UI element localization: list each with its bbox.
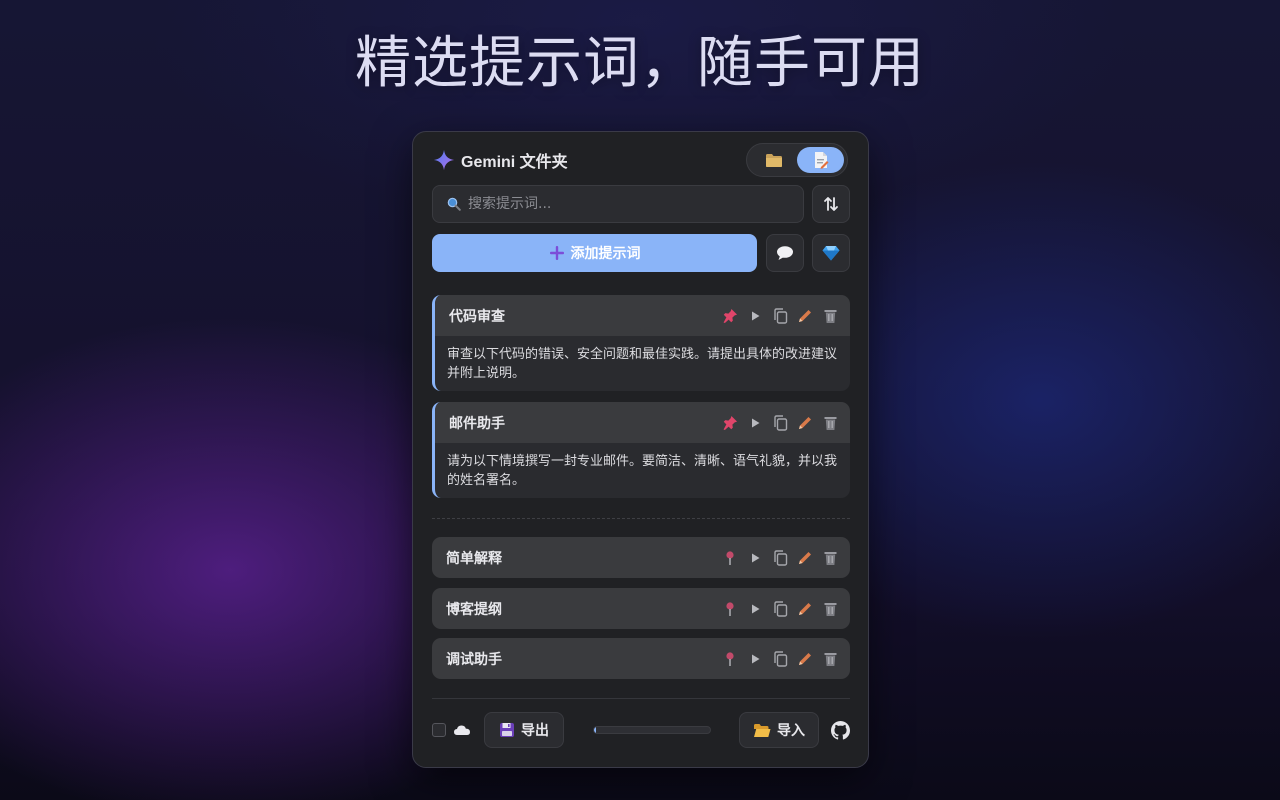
pushpin-icon[interactable] [722, 651, 738, 667]
export-label: 导出 [521, 723, 549, 739]
prompt-title: 调试助手 [446, 651, 502, 668]
trash-icon[interactable] [822, 601, 838, 617]
gemini-folder-panel: Gemini 文件夹 搜索提示词... 添加提示词 代码审查 审查以下代码的错误… [412, 131, 869, 768]
prompt-mode-button[interactable] [797, 147, 844, 173]
gemini-sparkle-icon [433, 149, 455, 171]
trash-icon[interactable] [822, 415, 838, 431]
copy-icon[interactable] [772, 414, 788, 431]
pushpin-icon[interactable] [722, 601, 738, 617]
github-icon[interactable] [831, 721, 850, 740]
run-icon[interactable] [747, 550, 763, 566]
add-prompt-button[interactable]: 添加提示词 [432, 234, 757, 272]
prompt-title: 邮件助手 [449, 415, 505, 432]
import-label: 导入 [777, 723, 805, 739]
trash-icon[interactable] [822, 308, 838, 324]
pinned-divider [432, 518, 850, 519]
folder-mode-button[interactable] [750, 147, 797, 173]
gem-button[interactable] [812, 234, 850, 272]
prompt-card-header: 邮件助手 [435, 402, 850, 443]
sort-icon [824, 197, 838, 211]
prompt-actions [722, 600, 838, 617]
search-input[interactable] [468, 196, 788, 212]
pin-icon[interactable] [722, 308, 738, 324]
sync-progress-bar [593, 726, 711, 734]
floppy-disk-icon [500, 723, 514, 737]
prompt-card[interactable]: 调试助手 [432, 638, 850, 679]
open-folder-icon [754, 723, 771, 737]
prompt-card-header: 代码审查 [435, 295, 850, 336]
export-button[interactable]: 导出 [484, 712, 564, 748]
prompt-actions [722, 549, 838, 566]
copy-icon[interactable] [772, 650, 788, 667]
prompt-card-header: 博客提纲 [432, 588, 850, 629]
mode-switch [746, 143, 848, 177]
prompt-actions [722, 414, 838, 431]
prompt-actions [722, 650, 838, 667]
pushpin-icon[interactable] [722, 550, 738, 566]
prompt-body: 审查以下代码的错误、安全问题和最佳实践。请提出具体的改进建议并附上说明。 [447, 347, 838, 381]
pin-icon[interactable] [722, 415, 738, 431]
edit-icon[interactable] [797, 308, 813, 324]
copy-icon[interactable] [772, 549, 788, 566]
sort-button[interactable] [812, 185, 850, 223]
edit-icon[interactable] [797, 651, 813, 667]
sync-progress-fill [594, 727, 597, 733]
run-icon[interactable] [747, 601, 763, 617]
speech-bubble-icon [777, 246, 793, 260]
trash-icon[interactable] [822, 550, 838, 566]
trash-icon[interactable] [822, 651, 838, 667]
cloud-icon [454, 725, 470, 735]
prompt-card[interactable]: 博客提纲 [432, 588, 850, 629]
prompt-card-header: 调试助手 [432, 638, 850, 679]
prompt-icon [814, 152, 828, 169]
prompt-title: 博客提纲 [446, 601, 502, 618]
prompt-body: 请为以下情境撰写一封专业邮件。要简洁、清晰、语气礼貌，并以我的姓名署名。 [447, 454, 838, 488]
edit-icon[interactable] [797, 601, 813, 617]
edit-icon[interactable] [797, 415, 813, 431]
prompt-card[interactable]: 邮件助手 请为以下情境撰写一封专业邮件。要简洁、清晰、语气礼貌，并以我的姓名署名… [432, 402, 850, 498]
prompt-card[interactable]: 代码审查 审查以下代码的错误、安全问题和最佳实践。请提出具体的改进建议并附上说明… [432, 295, 850, 391]
panel-title: Gemini 文件夹 [461, 154, 568, 171]
search-box [432, 185, 804, 223]
hero-title: 精选提示词，随手可用 [355, 31, 925, 96]
prompt-actions [722, 307, 838, 324]
prompt-title: 代码审查 [449, 308, 505, 325]
folder-icon [765, 153, 782, 167]
add-prompt-label: 添加提示词 [570, 246, 641, 262]
run-icon[interactable] [747, 415, 763, 431]
chat-button[interactable] [766, 234, 804, 272]
footer-divider [432, 698, 850, 699]
prompt-card-header: 简单解释 [432, 537, 850, 578]
gem-icon [822, 246, 840, 261]
prompt-title: 简单解释 [446, 550, 502, 567]
edit-icon[interactable] [797, 550, 813, 566]
search-icon [447, 197, 461, 211]
run-icon[interactable] [747, 651, 763, 667]
run-icon[interactable] [747, 308, 763, 324]
import-button[interactable]: 导入 [739, 712, 819, 748]
cloud-sync-checkbox[interactable] [432, 723, 446, 737]
plus-icon [549, 246, 564, 260]
copy-icon[interactable] [772, 307, 788, 324]
prompt-card[interactable]: 简单解释 [432, 537, 850, 578]
panel-header: Gemini 文件夹 [433, 148, 568, 172]
copy-icon[interactable] [772, 600, 788, 617]
